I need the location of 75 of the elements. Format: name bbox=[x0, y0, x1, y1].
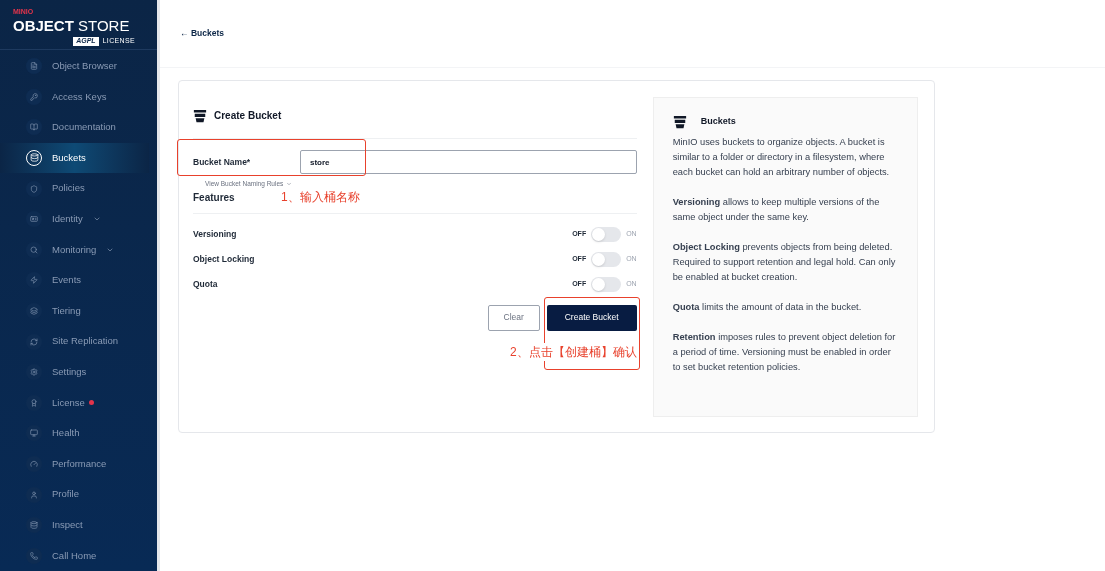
monitor-icon bbox=[30, 429, 38, 438]
item-label: Events bbox=[52, 273, 82, 288]
lightning-icon bbox=[30, 276, 38, 285]
item-label: Policies bbox=[52, 181, 85, 196]
sidebar-item[interactable]: Settings bbox=[0, 356, 149, 388]
item-label: Identity bbox=[52, 212, 83, 227]
sidebar-item[interactable]: Access Keys bbox=[0, 81, 149, 113]
database-icon bbox=[30, 521, 38, 530]
item-label: Documentation bbox=[52, 120, 116, 135]
sidebar-item[interactable]: Buckets bbox=[0, 142, 149, 174]
sidebar-item[interactable]: Events bbox=[0, 265, 149, 296]
toggle-switch[interactable] bbox=[591, 276, 622, 292]
sidebar-item[interactable]: Profile bbox=[0, 479, 149, 510]
sidebar-item[interactable]: Performance bbox=[0, 448, 149, 480]
bucket-icon bbox=[193, 108, 207, 123]
layers-icon bbox=[30, 306, 38, 315]
item-label: Call Home bbox=[52, 548, 97, 563]
toggle-switch[interactable] bbox=[591, 226, 622, 242]
item-label: Buckets bbox=[52, 150, 86, 165]
product-name: OBJECT STORE bbox=[13, 16, 130, 36]
book-icon bbox=[30, 123, 38, 132]
help-paragraph: Versioning allows to keep multiple versions of the same object under the same key. bbox=[672, 196, 881, 224]
back-link[interactable]: ← Buckets bbox=[180, 27, 224, 40]
item-label: Settings bbox=[52, 365, 87, 379]
help-paragraph: Object Locking prevents objects from being deleted. Required to support retention and legal hold. Can only be enabled at bucket creation. bbox=[672, 241, 897, 284]
item-label: Health bbox=[52, 426, 80, 441]
sidebar-item[interactable]: Call Home bbox=[0, 540, 149, 571]
annotation-text: 2、点击【创建桶】确认 bbox=[510, 343, 637, 361]
sidebar-item[interactable]: License bbox=[0, 387, 149, 419]
settings-icon bbox=[30, 368, 38, 377]
id-card-icon bbox=[30, 215, 38, 224]
sidebar-item[interactable]: Documentation bbox=[0, 112, 149, 143]
phone-icon bbox=[30, 551, 38, 560]
bucket-icon bbox=[672, 115, 687, 129]
document-icon bbox=[30, 62, 38, 71]
form-title: Create Bucket bbox=[214, 109, 282, 123]
refresh-icon bbox=[30, 337, 38, 346]
sidebar-item[interactable]: Object Browser bbox=[0, 50, 149, 82]
sidebar-item[interactable]: Identity bbox=[0, 203, 149, 235]
item-label: Access Keys bbox=[52, 89, 107, 104]
help-paragraph: Retention imposes rules to prevent object deletion for a period of time. Versioning must be enabled in order to set bucket retention policies. bbox=[672, 331, 897, 374]
field-label: Bucket Name* bbox=[193, 155, 252, 169]
help-paragraph: MinIO uses buckets to organize objects. A bucket is similar to a folder or directory in a filesystem, where each bucket can hold an arbitrary number of objects. bbox=[672, 136, 891, 179]
help-title: Buckets bbox=[700, 115, 736, 129]
user-icon bbox=[30, 490, 38, 499]
item-label: Site Replication bbox=[52, 334, 118, 349]
key-icon bbox=[30, 92, 38, 101]
annotation-text: 1、输入桶名称 bbox=[281, 189, 360, 206]
sidebar-item[interactable]: Inspect bbox=[0, 509, 149, 541]
create-bucket-button[interactable]: Create Bucket bbox=[546, 304, 637, 331]
chevron-icon bbox=[286, 180, 293, 187]
clear-button[interactable]: Clear bbox=[487, 304, 540, 331]
search-icon bbox=[30, 245, 38, 254]
item-label: Monitoring bbox=[52, 242, 97, 257]
feature-label: Object Locking bbox=[193, 252, 255, 266]
feature-label: Quota bbox=[193, 277, 218, 291]
gauge-icon bbox=[30, 459, 38, 468]
feature-label: Versioning bbox=[193, 227, 237, 241]
item-label: Performance bbox=[52, 456, 107, 471]
item-label: License bbox=[52, 395, 85, 410]
shield-icon bbox=[30, 184, 38, 193]
toggle-switch[interactable] bbox=[591, 251, 622, 267]
item-label: Inspect bbox=[52, 518, 83, 532]
sidebar-item[interactable]: Site Replication bbox=[0, 326, 149, 357]
item-label: Profile bbox=[52, 487, 79, 502]
item-label: Object Browser bbox=[52, 59, 117, 74]
award-icon bbox=[30, 398, 38, 407]
item-label: Tiering bbox=[52, 303, 81, 318]
sidebar-item[interactable]: Monitoring bbox=[0, 234, 149, 266]
sidebar-item[interactable]: Tiering bbox=[0, 295, 149, 327]
bucket-icon bbox=[29, 153, 39, 163]
sidebar-item[interactable]: Health bbox=[0, 418, 149, 449]
sidebar-item[interactable]: Policies bbox=[0, 173, 149, 204]
help-paragraph: Quota limits the amount of data in the bucket. bbox=[672, 301, 863, 314]
bucket-name-field[interactable]: store bbox=[300, 150, 637, 174]
